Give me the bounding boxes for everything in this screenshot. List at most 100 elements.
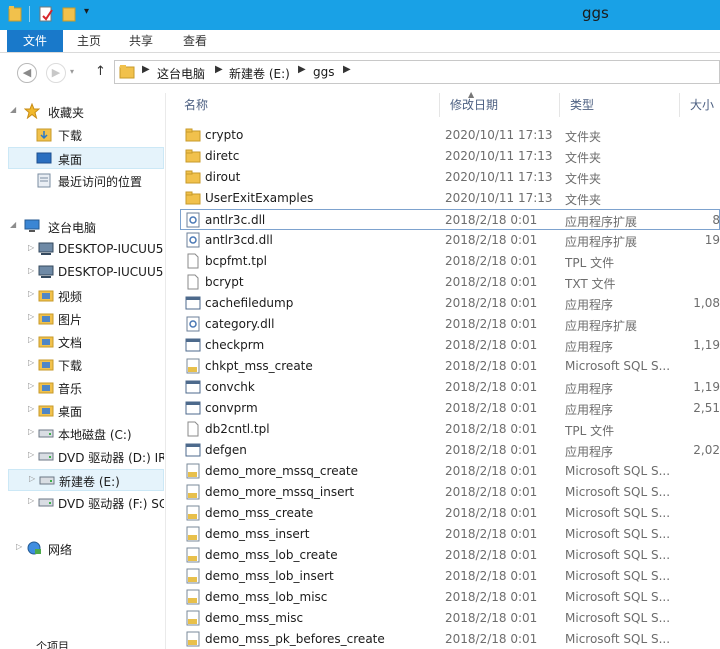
nav-pc-item[interactable]: ▷ 图片 — [8, 308, 164, 330]
folder-icon[interactable] — [8, 5, 22, 23]
file-type: 应用程序 — [565, 340, 614, 354]
tab-home[interactable]: 主页 — [63, 30, 115, 52]
nav-this-pc[interactable]: ◢ 这台电脑 — [8, 216, 164, 238]
file-row[interactable]: cachefiledump 2018/2/18 0:01 应用程序 1,08 — [166, 293, 720, 314]
file-row[interactable]: demo_mss_pk_befores_create 2018/2/18 0:01… — [166, 629, 720, 649]
file-type: 应用程序扩展 — [565, 319, 638, 333]
nav-pc-item[interactable]: ▷ DVD 驱动器 (F:) SQ — [8, 492, 164, 514]
back-button[interactable]: ◀ — [17, 63, 37, 83]
column-date[interactable]: 修改日期 — [440, 93, 560, 117]
nav-pc-item[interactable]: ▷ DESKTOP-IUCUU5 — [8, 239, 164, 261]
file-type: 文件夹 — [565, 172, 602, 186]
expand-arrow-icon[interactable]: ▷ — [28, 496, 34, 505]
breadcrumb-separator-icon[interactable]: ▶ — [298, 64, 306, 75]
dvd-drive-icon — [38, 448, 54, 467]
new-folder-icon[interactable] — [62, 5, 76, 23]
breadcrumb-separator-icon[interactable]: ▶ — [142, 64, 150, 75]
expand-arrow-icon[interactable]: ▷ — [28, 358, 34, 367]
collapse-arrow-icon[interactable]: ◢ — [10, 105, 16, 114]
address-bar[interactable]: ▶ 这台电脑 ▶ 新建卷 (E:) ▶ ggs ▶ — [114, 60, 720, 84]
expand-arrow-icon[interactable]: ▷ — [16, 542, 22, 551]
tab-view[interactable]: 查看 — [167, 30, 223, 52]
drive-icon — [39, 472, 55, 490]
expand-arrow-icon[interactable]: ▷ — [29, 474, 35, 483]
properties-icon[interactable] — [38, 5, 54, 23]
dll-icon — [185, 212, 201, 228]
expand-arrow-icon[interactable]: ▷ — [28, 266, 34, 275]
expand-arrow-icon[interactable]: ▷ — [28, 450, 34, 459]
expand-arrow-icon[interactable]: ▷ — [28, 381, 34, 390]
forward-button[interactable]: ▶ — [46, 63, 66, 83]
file-row[interactable]: convchk 2018/2/18 0:01 应用程序 1,19 — [166, 377, 720, 398]
file-row[interactable]: dirout 2020/10/11 17:13 文件夹 — [166, 167, 720, 188]
breadcrumb-this-pc[interactable]: 这台电脑 — [157, 65, 205, 82]
file-type: TPL 文件 — [565, 256, 615, 270]
file-row[interactable]: diretc 2020/10/11 17:13 文件夹 — [166, 146, 720, 167]
breadcrumb-ggs[interactable]: ggs — [313, 65, 335, 79]
customize-toolbar-icon[interactable]: ▾ — [84, 6, 89, 17]
nav-pc-item[interactable]: ▷ 桌面 — [8, 400, 164, 422]
desktop-folder-icon — [38, 402, 54, 421]
file-row[interactable]: demo_mss_insert 2018/2/18 0:01 Microsoft S… — [166, 524, 720, 545]
file-row[interactable]: demo_mss_lob_create 2018/2/18 0:01 Microso… — [166, 545, 720, 566]
file-type: Microsoft SQL S... — [565, 506, 671, 520]
breadcrumb-separator-icon[interactable]: ▶ — [215, 64, 223, 75]
file-row[interactable]: checkprm 2018/2/18 0:01 应用程序 1,19 — [166, 335, 720, 356]
file-row[interactable]: demo_more_mssq_insert 2018/2/18 0:01 Micro… — [166, 482, 720, 503]
file-row[interactable]: demo_mss_lob_insert 2018/2/18 0:01 Microso… — [166, 566, 720, 587]
file-row[interactable]: defgen 2018/2/18 0:01 应用程序 2,02 — [166, 440, 720, 461]
file-type: TPL 文件 — [565, 424, 615, 438]
expand-arrow-icon[interactable]: ▷ — [28, 243, 34, 252]
nav-pc-item[interactable]: ▷ 本地磁盘 (C:) — [8, 423, 164, 445]
nav-favorites-downloads[interactable]: 下载 — [8, 124, 164, 146]
breadcrumb-separator-icon[interactable]: ▶ — [343, 64, 351, 75]
collapse-arrow-icon[interactable]: ◢ — [10, 220, 16, 229]
breadcrumb-drive-e[interactable]: 新建卷 (E:) — [229, 65, 290, 82]
file-date: 2018/2/18 0:01 — [445, 233, 538, 247]
expand-arrow-icon[interactable]: ▷ — [28, 312, 34, 321]
nav-pc-item[interactable]: ▷ 视频 — [8, 285, 164, 307]
file-date: 2018/2/18 0:01 — [445, 317, 538, 331]
file-date: 2018/2/18 0:01 — [445, 275, 538, 289]
expand-arrow-icon[interactable]: ▷ — [28, 335, 34, 344]
file-row[interactable]: antlr3cd.dll 2018/2/18 0:01 应用程序扩展 19 — [166, 230, 720, 251]
nav-pc-item[interactable]: ▷ DESKTOP-IUCUU5 — [8, 262, 164, 284]
expand-arrow-icon[interactable]: ▷ — [28, 289, 34, 298]
file-row[interactable]: antlr3c.dll 2018/2/18 0:01 应用程序扩展 8 — [180, 209, 720, 230]
file-row[interactable]: bcrypt 2018/2/18 0:01 TXT 文件 — [166, 272, 720, 293]
nav-pc-item[interactable]: ▷ 新建卷 (E:) — [8, 469, 164, 491]
file-row[interactable]: demo_mss_misc 2018/2/18 0:01 Microsoft SQL… — [166, 608, 720, 629]
nav-pc-item[interactable]: ▷ 文档 — [8, 331, 164, 353]
nav-pc-item[interactable]: ▷ DVD 驱动器 (D:) IR — [8, 446, 164, 468]
file-row[interactable]: db2cntl.tpl 2018/2/18 0:01 TPL 文件 — [166, 419, 720, 440]
nav-favorites-desktop[interactable]: 桌面 — [8, 147, 164, 169]
file-row[interactable]: UserExitExamples 2020/10/11 17:13 文件夹 — [166, 188, 720, 209]
nav-pc-item[interactable]: ▷ 下载 — [8, 354, 164, 376]
nav-favorites-recent[interactable]: 最近访问的位置 — [8, 170, 164, 192]
file-row[interactable]: category.dll 2018/2/18 0:01 应用程序扩展 — [166, 314, 720, 335]
file-row[interactable]: bcpfmt.tpl 2018/2/18 0:01 TPL 文件 — [166, 251, 720, 272]
videos-folder-icon — [38, 287, 54, 306]
expand-arrow-icon[interactable]: ▷ — [28, 427, 34, 436]
recent-locations-icon[interactable]: ▾ — [70, 67, 74, 76]
file-row[interactable]: chkpt_mss_create 2018/2/18 0:01 Microsoft … — [166, 356, 720, 377]
file-name: bcpfmt.tpl — [205, 254, 267, 268]
column-name[interactable]: 名称 — [174, 93, 440, 117]
file-row[interactable]: convprm 2018/2/18 0:01 应用程序 2,51 — [166, 398, 720, 419]
file-row[interactable]: demo_mss_create 2018/2/18 0:01 Microsoft S… — [166, 503, 720, 524]
tab-file[interactable]: 文件 — [7, 30, 63, 52]
file-row[interactable]: crypto 2020/10/11 17:13 文件夹 — [166, 125, 720, 146]
file-date: 2018/2/18 0:01 — [445, 443, 538, 457]
tab-share[interactable]: 共享 — [115, 30, 167, 52]
nav-network[interactable]: ▷ 网络 — [8, 538, 164, 560]
nav-favorites[interactable]: ◢ 收藏夹 — [8, 101, 164, 123]
nav-pc-item[interactable]: ▷ 音乐 — [8, 377, 164, 399]
dll-icon — [185, 232, 201, 248]
up-arrow-icon[interactable]: ↑ — [95, 64, 106, 79]
column-type[interactable]: 类型 — [560, 93, 680, 117]
expand-arrow-icon[interactable]: ▷ — [28, 404, 34, 413]
file-row[interactable]: demo_more_mssq_create 2018/2/18 0:01 Micro… — [166, 461, 720, 482]
file-date: 2018/2/18 0:01 — [445, 632, 538, 646]
column-size[interactable]: 大小 — [680, 93, 720, 117]
file-row[interactable]: demo_mss_lob_misc 2018/2/18 0:01 Microsoft… — [166, 587, 720, 608]
